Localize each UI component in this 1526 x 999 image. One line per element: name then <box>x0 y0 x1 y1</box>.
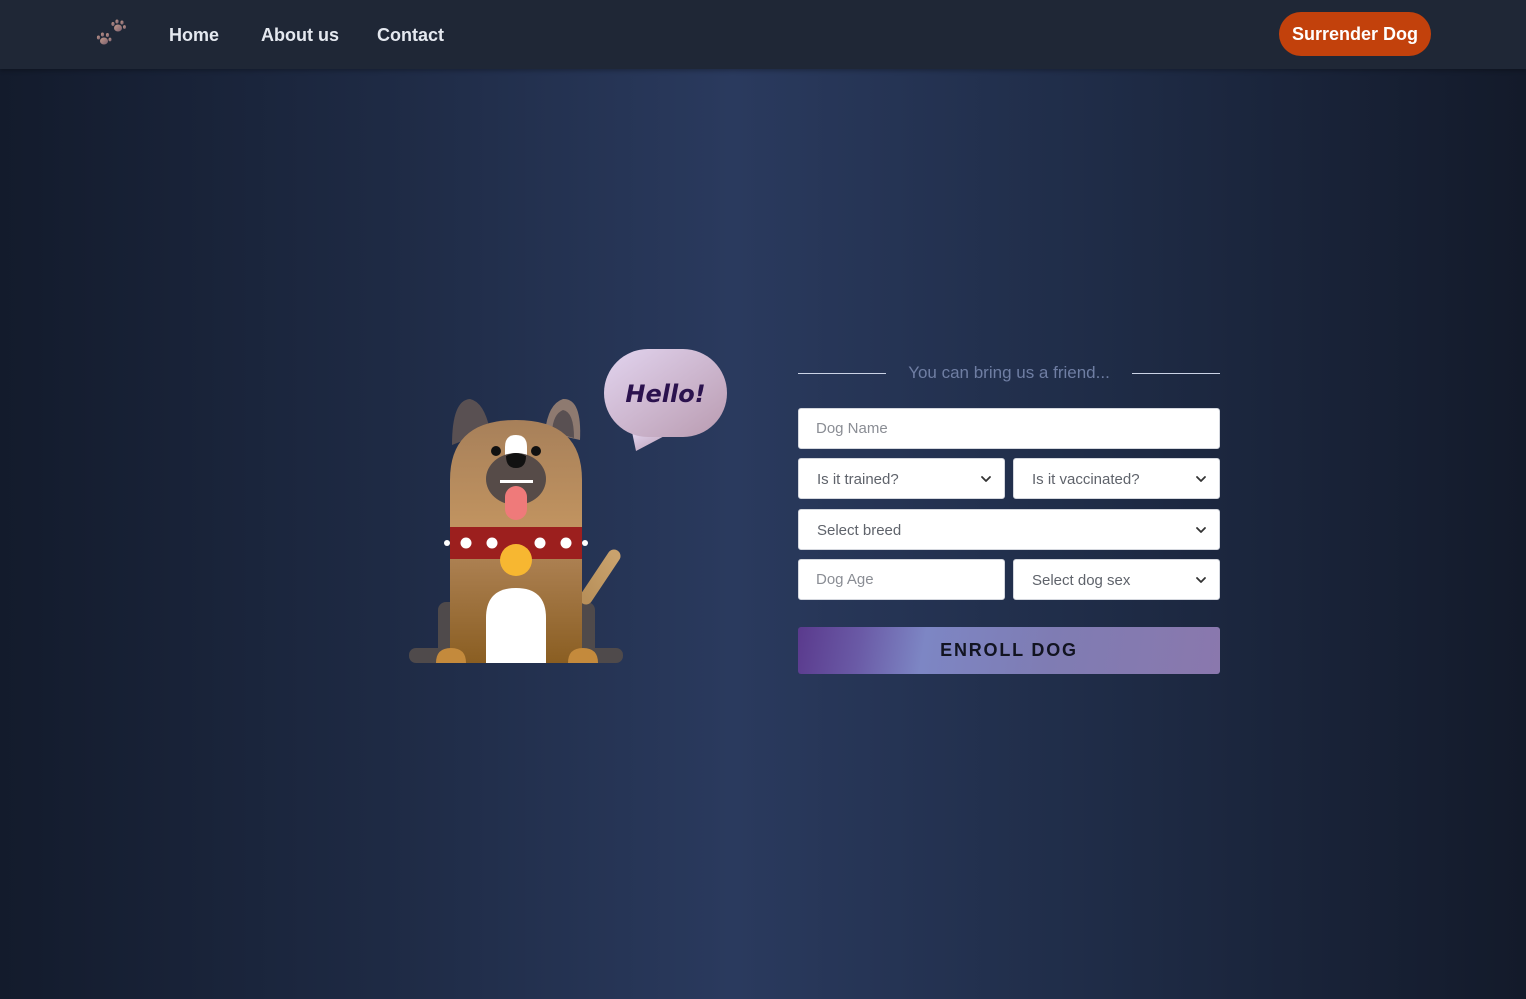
chevron-down-icon <box>981 476 991 482</box>
chevron-down-icon <box>1196 527 1206 533</box>
nav-link-about-us[interactable]: About us <box>261 24 339 46</box>
vaccinated-select[interactable]: Is it vaccinated? <box>1013 458 1220 499</box>
nav-link-home[interactable]: Home <box>169 24 219 46</box>
breed-select[interactable]: Select breed <box>798 509 1220 550</box>
surrender-dog-button[interactable]: Surrender Dog <box>1279 12 1431 56</box>
nav-link-contact[interactable]: Contact <box>377 24 444 46</box>
chevron-down-icon <box>1196 476 1206 482</box>
form-heading-row: You can bring us a friend... <box>798 360 1220 386</box>
trained-select-value: Is it trained? <box>817 471 899 488</box>
dog-sex-select[interactable]: Select dog sex <box>1013 559 1220 600</box>
divider-right <box>1132 373 1220 374</box>
dog-sex-select-value: Select dog sex <box>1032 572 1131 589</box>
trained-select[interactable]: Is it trained? <box>798 458 1005 499</box>
navbar: Home About us Contact Surrender Dog <box>0 0 1526 69</box>
enroll-dog-button[interactable]: ENROLL DOG <box>798 627 1220 674</box>
chevron-down-icon <box>1196 577 1206 583</box>
breed-select-value: Select breed <box>817 522 902 539</box>
dog-name-input[interactable] <box>798 408 1220 449</box>
speech-bubble-text: Hello! <box>625 380 706 408</box>
vaccinated-select-value: Is it vaccinated? <box>1032 471 1140 488</box>
paw-logo-icon[interactable] <box>94 18 128 50</box>
dog-age-input[interactable] <box>798 559 1005 600</box>
